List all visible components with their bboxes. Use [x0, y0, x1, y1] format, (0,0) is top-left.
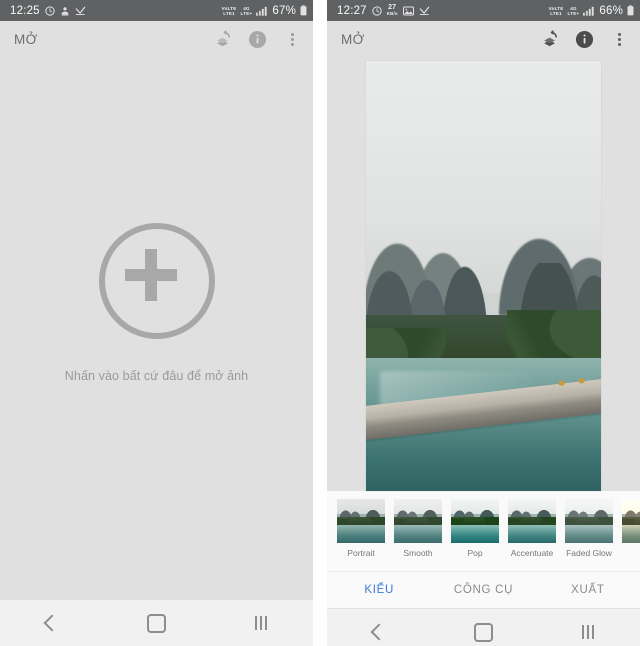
- app-bar-actions: [539, 29, 630, 50]
- river-landscape-photo[interactable]: [366, 61, 601, 491]
- tab-export[interactable]: XUẤT: [536, 584, 640, 596]
- download-complete-icon: [419, 6, 430, 16]
- empty-state-hint: Nhấn vào bất cứ đâu để mở ảnh: [64, 368, 249, 383]
- network-type-icon: 4G LTE+: [240, 5, 253, 16]
- filter-item[interactable]: Portrait: [337, 499, 385, 558]
- back-icon[interactable]: [29, 606, 75, 640]
- filter-item[interactable]: Mo: [622, 499, 640, 558]
- home-icon[interactable]: [460, 615, 506, 646]
- recents-icon[interactable]: [238, 606, 284, 640]
- alarm-icon: [45, 5, 55, 16]
- filter-label: Accentuate: [510, 548, 554, 558]
- screen-photo-loaded: 12:27 27 KB/s VoLTE LTE1 4G LTE+ 66% MỞ …: [327, 0, 640, 646]
- status-bar-right: VoLTE LTE1 4G LTE+ 66%: [549, 5, 634, 17]
- app-bar-title: MỞ: [14, 32, 38, 47]
- signal-bars-icon: [583, 6, 595, 16]
- filter-label: Pop: [467, 548, 483, 558]
- panel-divider: [313, 0, 327, 646]
- overflow-menu-icon[interactable]: [282, 29, 303, 50]
- filter-item[interactable]: Smooth: [394, 499, 442, 558]
- alarm-icon: [372, 5, 382, 16]
- download-complete-icon: [75, 6, 86, 16]
- status-bar: 12:27 27 KB/s VoLTE LTE1 4G LTE+ 66%: [327, 0, 640, 21]
- revert-layers-icon[interactable]: [212, 29, 233, 50]
- signal-bars-icon: [256, 6, 268, 16]
- status-bar: 12:25 VoLTE LTE1 4G LTE+ 67%: [0, 0, 313, 21]
- network-type-icon: 4G LTE+: [567, 5, 580, 16]
- bottom-tab-bar: KIỂU CÔNG CỤ XUẤT: [327, 571, 640, 608]
- screen-empty-state: 12:25 VoLTE LTE1 4G LTE+ 67% MỞ Nhấn vào…: [0, 0, 313, 646]
- recents-icon[interactable]: [565, 615, 611, 646]
- overflow-menu-icon[interactable]: [609, 29, 630, 50]
- status-bar-left: 12:25: [10, 5, 86, 17]
- image-icon: [402, 6, 414, 16]
- filter-label: Faded Glow: [566, 548, 612, 558]
- status-bar-clock: 12:27: [337, 4, 367, 17]
- tab-tools[interactable]: CÔNG CỤ: [431, 584, 535, 596]
- info-icon[interactable]: [574, 29, 595, 50]
- filter-item[interactable]: Pop: [451, 499, 499, 558]
- app-bar-actions: [212, 29, 303, 50]
- system-nav-bar: [0, 599, 313, 646]
- photo-bridge-marker: [577, 378, 585, 384]
- filter-thumbnail[interactable]: [337, 499, 385, 543]
- filter-thumbnail[interactable]: [394, 499, 442, 543]
- photo-canvas[interactable]: [327, 58, 640, 491]
- filter-label: Portrait: [347, 548, 375, 558]
- app-bar: MỞ: [327, 21, 640, 58]
- home-icon[interactable]: [133, 606, 179, 640]
- revert-layers-icon[interactable]: [539, 29, 560, 50]
- filter-thumbnail[interactable]: [565, 499, 613, 543]
- battery-icon: [300, 5, 307, 16]
- battery-percent-label: 66%: [599, 4, 623, 17]
- status-bar-right: VoLTE LTE1 4G LTE+ 67%: [222, 5, 307, 17]
- app-bar: MỞ: [0, 21, 313, 58]
- status-bar-left: 12:27 27 KB/s: [337, 4, 430, 17]
- filter-thumbnail[interactable]: [451, 499, 499, 543]
- dual-screenshot-container: 12:25 VoLTE LTE1 4G LTE+ 67% MỞ Nhấn vào…: [0, 0, 640, 646]
- filter-label: Smooth: [403, 548, 433, 558]
- data-rate-icon: 27 KB/s: [386, 4, 398, 16]
- filter-thumbnail[interactable]: [508, 499, 556, 543]
- filter-item[interactable]: Faded Glow: [565, 499, 613, 558]
- filter-strip[interactable]: Portrait Smooth Pop Accentuate Faded Glo…: [327, 491, 640, 571]
- photo-bridge-marker: [557, 380, 565, 387]
- plus-circle-icon[interactable]: [98, 222, 215, 339]
- people-icon: [60, 6, 70, 16]
- filter-thumbnail[interactable]: [622, 499, 640, 543]
- volte-indicator-icon: VoLTE LTE1: [548, 5, 564, 16]
- tab-styles[interactable]: KIỂU: [327, 584, 431, 596]
- battery-percent-label: 67%: [272, 4, 296, 17]
- status-bar-clock: 12:25: [10, 4, 40, 17]
- empty-canvas-drop-area[interactable]: Nhấn vào bất cứ đâu để mở ảnh: [0, 58, 313, 599]
- back-icon[interactable]: [356, 615, 402, 646]
- app-bar-title: MỞ: [341, 32, 365, 47]
- info-icon[interactable]: [247, 29, 268, 50]
- volte-indicator-icon: VoLTE LTE1: [221, 5, 237, 16]
- battery-icon: [627, 5, 634, 16]
- filter-item[interactable]: Accentuate: [508, 499, 556, 558]
- system-nav-bar: [327, 608, 640, 646]
